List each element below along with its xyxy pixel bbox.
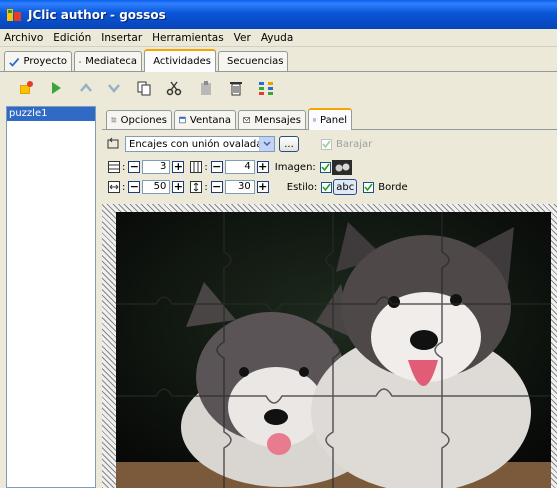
copy-icon[interactable] [136, 80, 152, 96]
style-checkbox[interactable] [321, 181, 333, 193]
tab-mensajes-label: Mensajes [254, 114, 301, 126]
editor-tabs: Opciones Ventana Mensajes Panel [102, 108, 557, 130]
window-icon [179, 116, 186, 124]
paste-icon[interactable] [198, 80, 214, 96]
puzzle-preview [102, 204, 557, 488]
height-icon [190, 181, 203, 193]
height-decrement-button[interactable]: − [210, 181, 223, 193]
activity-list: puzzle1 [6, 106, 96, 488]
tab-actividades[interactable]: Actividades [144, 49, 216, 72]
menu-archivo[interactable]: Archivo [4, 32, 43, 44]
rows-field[interactable]: 3 [142, 160, 171, 174]
cut-icon[interactable] [166, 80, 182, 96]
tab-secuencias[interactable]: Secuencias [218, 51, 288, 71]
new-activity-icon[interactable] [18, 80, 34, 96]
tab-actividades-label: Actividades [153, 56, 211, 67]
tab-mensajes[interactable]: Mensajes [238, 110, 306, 129]
tab-panel[interactable]: Panel [308, 108, 352, 130]
play-icon[interactable] [48, 80, 64, 96]
chevron-down-icon[interactable] [259, 137, 274, 151]
style-label: Estilo: [286, 181, 318, 193]
arrange-icon[interactable] [258, 80, 274, 96]
width-icon [108, 181, 120, 193]
window-title: JClic author - gossos [28, 7, 166, 22]
menu-bar: Archivo Edición Insertar Herramientas Ve… [0, 29, 557, 47]
delete-icon[interactable] [228, 80, 244, 96]
menu-herramientas[interactable]: Herramientas [152, 32, 224, 44]
move-down-icon[interactable] [106, 80, 122, 96]
move-up-icon[interactable] [78, 80, 94, 96]
tab-panel-label: Panel [320, 114, 347, 126]
cols-field[interactable]: 4 [224, 160, 255, 174]
columns-icon [190, 161, 203, 173]
image-thumbnail-icon[interactable] [331, 159, 352, 175]
shape-options-button[interactable]: ... [279, 136, 299, 152]
tab-proyecto-label: Proyecto [23, 56, 67, 67]
menu-insertar[interactable]: Insertar [101, 32, 142, 44]
tab-secuencias-label: Secuencias [227, 56, 284, 67]
size-row: : − 50 + : − 30 + Estilo: abc Borde [102, 177, 557, 197]
messages-icon [243, 117, 251, 123]
project-icon [9, 57, 20, 67]
menu-ayuda[interactable]: Ayuda [261, 32, 293, 44]
tab-opciones[interactable]: Opciones [106, 110, 172, 129]
width-increment-button[interactable]: + [172, 181, 185, 193]
shuffle-label: Barajar [336, 138, 373, 150]
shuffle-checkbox[interactable] [321, 138, 332, 150]
height-field[interactable]: 30 [224, 180, 255, 194]
options-icon [111, 117, 117, 123]
activity-editor: Opciones Ventana Mensajes Panel Encajes … [102, 106, 557, 488]
width-field[interactable]: 50 [142, 180, 171, 194]
husky-puppies-image [116, 212, 551, 488]
shape-row: Encajes con unión ovalada ... Barajar [102, 134, 557, 154]
tab-mediateca-label: Mediateca [85, 56, 137, 67]
rows-decrement-button[interactable]: − [128, 161, 141, 173]
image-label: Imagen: [274, 161, 316, 173]
width-decrement-button[interactable]: − [128, 181, 141, 193]
border-label: Borde [378, 181, 408, 193]
shape-icon [107, 137, 119, 149]
jclic-app-icon [7, 8, 21, 21]
panel-icon [313, 118, 316, 122]
mediateca-icon [79, 60, 82, 63]
grid-row: : − 3 + : − 4 + Imagen: [102, 157, 557, 177]
shape-select[interactable]: Encajes con unión ovalada [125, 136, 275, 152]
style-button[interactable]: abc [333, 179, 358, 195]
toolbar [0, 72, 557, 104]
menu-edicion[interactable]: Edición [53, 32, 91, 44]
border-checkbox[interactable] [363, 181, 375, 193]
title-bar: JClic author - gossos [0, 0, 557, 29]
rows-icon [108, 161, 120, 173]
tab-proyecto[interactable]: Proyecto [4, 51, 72, 71]
main-tabs: Proyecto Mediateca Actividades Secuencia… [0, 47, 557, 72]
cols-decrement-button[interactable]: − [210, 161, 223, 173]
menu-ver[interactable]: Ver [234, 32, 251, 44]
shape-select-value: Encajes con unión ovalada [129, 138, 263, 150]
tab-ventana-label: Ventana [189, 114, 231, 126]
tab-opciones-label: Opciones [120, 114, 167, 126]
cols-increment-button[interactable]: + [256, 161, 269, 173]
puzzle-image[interactable] [116, 212, 551, 488]
image-checkbox[interactable] [319, 161, 331, 173]
height-increment-button[interactable]: + [256, 181, 269, 193]
list-item-puzzle1[interactable]: puzzle1 [7, 107, 95, 121]
tab-mediateca[interactable]: Mediateca [74, 51, 142, 71]
tab-ventana[interactable]: Ventana [174, 110, 236, 129]
rows-increment-button[interactable]: + [172, 161, 185, 173]
